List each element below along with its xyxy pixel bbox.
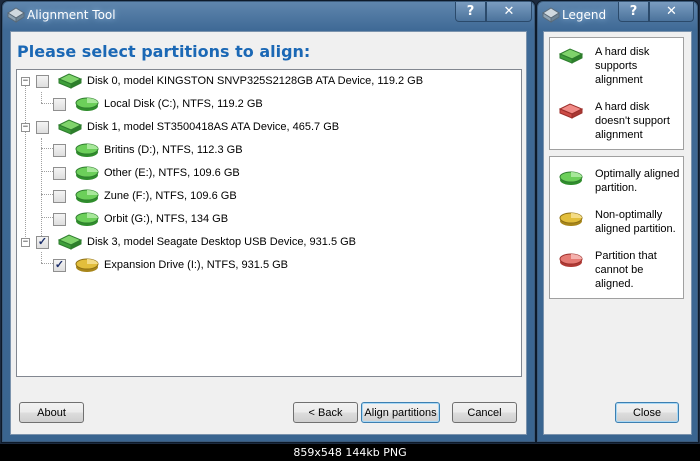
partition-tree[interactable]: − Disk 0, model KINGSTON SNVP325S2128GB … <box>16 69 522 377</box>
close-icon: ✕ <box>666 4 677 19</box>
disk-0-checkbox[interactable] <box>36 74 49 88</box>
help-icon: ? <box>629 4 638 19</box>
partition-g-checkbox[interactable] <box>53 212 66 226</box>
app-icon <box>542 7 560 23</box>
back-button[interactable]: < Back <box>293 402 358 423</box>
collapse-toggle-icon[interactable]: − <box>21 76 30 86</box>
partition-yellow-icon <box>559 212 583 226</box>
partition-green-icon <box>75 166 99 180</box>
tree-row-label: Disk 0, model KINGSTON SNVP325S2128GB AT… <box>87 75 424 87</box>
legend-text: Non-optimally aligned partition. <box>595 209 676 235</box>
tree-row-label: Orbit (G:), NTFS, 134 GB <box>104 213 229 225</box>
main-client-area: Please select partitions to align: − Dis… <box>10 31 527 435</box>
cancel-button[interactable]: Cancel <box>452 402 517 423</box>
align-partitions-button[interactable]: Align partitions <box>361 402 440 423</box>
legend-text: Optimally aligned partition. <box>595 168 680 194</box>
partition-f-checkbox[interactable] <box>53 189 66 203</box>
legend-window: Legend ? ✕ A hard disk supports alignmen… <box>537 1 698 442</box>
partition-i-checkbox[interactable]: ✓ <box>53 258 66 272</box>
partition-green-icon <box>75 143 99 157</box>
window-title: Alignment Tool <box>27 8 116 22</box>
close-icon: ✕ <box>503 4 515 19</box>
help-button[interactable]: ? <box>455 2 486 22</box>
tree-row-disk-3[interactable]: − ✓ Disk 3, model Seagate Desktop USB De… <box>21 231 356 253</box>
partition-d-checkbox[interactable] <box>53 143 66 157</box>
legend-partition-section: Optimally aligned partition. Non-optimal… <box>549 156 684 299</box>
hard-disk-green-icon <box>558 48 584 64</box>
tree-row-label: Other (E:), NTFS, 109.6 GB <box>104 167 240 179</box>
close-window-button[interactable]: ✕ <box>486 2 532 22</box>
tree-row-partition-g[interactable]: Orbit (G:), NTFS, 134 GB <box>53 208 228 230</box>
disk-3-checkbox[interactable]: ✓ <box>36 235 49 249</box>
tree-line <box>41 138 42 240</box>
tree-row-label: Britins (D:), NTFS, 112.3 GB <box>104 144 243 156</box>
hard-disk-green-icon <box>57 119 83 135</box>
tree-line <box>41 217 53 218</box>
legend-client-area: A hard disk supports alignment A hard di… <box>543 31 692 435</box>
legend-disk-section: A hard disk supports alignment A hard di… <box>549 37 684 150</box>
partition-red-icon <box>559 253 583 267</box>
legend-title: Legend <box>562 8 607 22</box>
legend-close-button[interactable]: Close <box>615 402 679 423</box>
partition-green-icon <box>75 189 99 203</box>
tree-row-label: Disk 1, model ST3500418AS ATA Device, 46… <box>87 121 340 133</box>
tree-line <box>41 148 53 149</box>
title-bar[interactable]: Alignment Tool ? ✕ <box>3 2 534 29</box>
legend-close-window-button[interactable]: ✕ <box>649 2 694 22</box>
alignment-tool-window: Alignment Tool ? ✕ Please select partiti… <box>2 1 535 442</box>
help-icon: ? <box>466 4 475 19</box>
hard-disk-green-icon <box>57 73 83 89</box>
tree-row-label: Zune (F:), NTFS, 109.6 GB <box>104 190 237 202</box>
tree-row-partition-e[interactable]: Other (E:), NTFS, 109.6 GB <box>53 162 240 184</box>
legend-text: Partition that cannot be aligned. <box>595 250 657 290</box>
tree-line <box>41 103 53 104</box>
tree-row-partition-f[interactable]: Zune (F:), NTFS, 109.6 GB <box>53 185 237 207</box>
tree-row-disk-0[interactable]: − Disk 0, model KINGSTON SNVP325S2128GB … <box>21 70 423 92</box>
legend-title-bar[interactable]: Legend ? ✕ <box>538 2 697 29</box>
partition-e-checkbox[interactable] <box>53 166 66 180</box>
partition-yellow-icon <box>75 258 99 272</box>
legend-help-button[interactable]: ? <box>618 2 649 22</box>
hard-disk-green-icon <box>57 234 83 250</box>
app-icon <box>7 7 25 23</box>
tree-line <box>41 92 42 103</box>
tree-line <box>41 252 42 263</box>
tree-row-partition-i[interactable]: ✓ Expansion Drive (I:), NTFS, 931.5 GB <box>53 254 288 276</box>
tree-row-label: Local Disk (C:), NTFS, 119.2 GB <box>104 98 263 110</box>
collapse-toggle-icon[interactable]: − <box>21 237 30 247</box>
partition-c-checkbox[interactable] <box>53 97 66 111</box>
legend-text: A hard disk doesn't support alignment <box>595 101 670 141</box>
legend-text: A hard disk supports alignment <box>595 46 650 86</box>
partition-green-icon <box>559 171 583 185</box>
about-button[interactable]: About <box>19 402 84 423</box>
tree-row-disk-1[interactable]: − Disk 1, model ST3500418AS ATA Device, … <box>21 116 339 138</box>
tree-line <box>41 263 53 264</box>
tree-row-partition-d[interactable]: Britins (D:), NTFS, 112.3 GB <box>53 139 243 161</box>
status-bar: 859x548 144kb PNG <box>0 444 700 461</box>
page-title: Please select partitions to align: <box>17 42 311 61</box>
tree-row-partition-c[interactable]: Local Disk (C:), NTFS, 119.2 GB <box>53 93 263 115</box>
tree-line <box>25 81 26 243</box>
tree-line <box>41 194 53 195</box>
tree-row-label: Expansion Drive (I:), NTFS, 931.5 GB <box>104 259 289 271</box>
partition-green-icon <box>75 212 99 226</box>
tree-row-label: Disk 3, model Seagate Desktop USB Device… <box>87 236 357 248</box>
partition-green-icon <box>75 97 99 111</box>
collapse-toggle-icon[interactable]: − <box>21 122 30 132</box>
tree-line <box>41 171 53 172</box>
hard-disk-red-icon <box>558 103 584 119</box>
disk-1-checkbox[interactable] <box>36 120 49 134</box>
